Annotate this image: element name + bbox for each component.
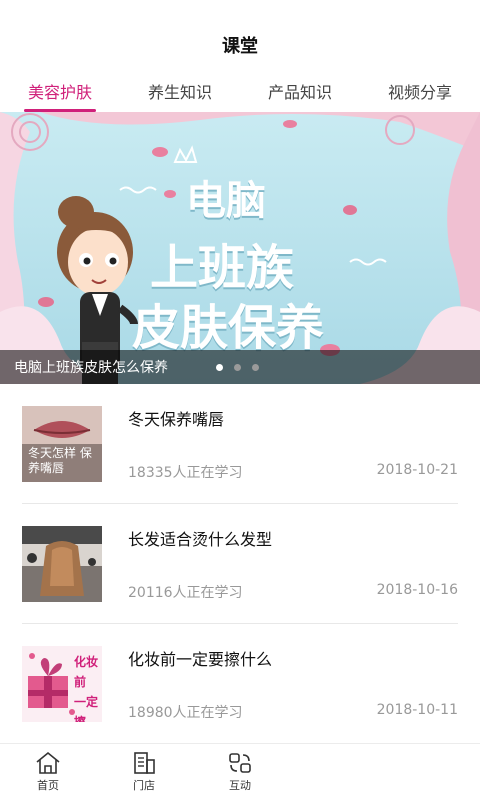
banner-headline-3: 皮肤保养 <box>132 300 325 356</box>
article-thumbnail: 冬天怎样 保养嘴唇 <box>22 406 102 482</box>
store-icon <box>134 752 155 774</box>
banner-caption: 电脑上班族皮肤怎么保养 <box>14 360 168 376</box>
bottom-tab-bar: 首页 门店 互动 <box>0 743 480 800</box>
thumbnail-caption: 化妆前 一定 擦 <box>74 655 99 722</box>
carousel-dot[interactable] <box>234 364 241 371</box>
tab-video-share[interactable]: 视频分享 <box>360 70 480 112</box>
thumbnail-caption: 冬天怎样 保养嘴唇 <box>28 446 92 475</box>
tab-health-knowledge[interactable]: 养生知识 <box>120 70 240 112</box>
tabbar-home-label: 首页 <box>37 779 59 792</box>
article-learners: 18980人正在学习 <box>128 705 243 721</box>
carousel-dots <box>216 364 259 371</box>
tabbar-home[interactable]: 首页 <box>0 744 96 800</box>
carousel-dot[interactable] <box>216 364 223 371</box>
article-date: 2018-10-11 <box>376 702 458 718</box>
tabbar-interact-label: 互动 <box>229 779 251 792</box>
article-learners: 18335人正在学习 <box>128 465 243 481</box>
article-list: 冬天怎样 保养嘴唇 冬天保养嘴唇 18335人正在学习 2018-10-21 长… <box>0 384 480 744</box>
list-item[interactable]: 长发适合烫什么发型 20116人正在学习 2018-10-16 <box>22 504 458 624</box>
banner-caption-bar: 电脑上班族皮肤怎么保养 <box>0 350 480 384</box>
interact-icon <box>229 753 251 773</box>
banner-headline-1: 电脑 <box>186 178 266 224</box>
banner-carousel[interactable]: 电脑 上班族 皮肤保养 电脑上班族皮肤怎么保养 <box>0 112 480 384</box>
category-tabs: 美容护肤 养生知识 产品知识 视频分享 <box>0 70 480 113</box>
list-item[interactable]: 冬天怎样 保养嘴唇 冬天保养嘴唇 18335人正在学习 2018-10-21 <box>22 384 458 504</box>
tabbar-interact[interactable]: 互动 <box>192 744 288 800</box>
tabbar-store-label: 门店 <box>133 779 155 792</box>
article-thumbnail: 化妆前 一定 擦 <box>22 646 102 722</box>
tabbar-store[interactable]: 门店 <box>96 744 192 800</box>
article-title: 长发适合烫什么发型 <box>128 530 273 549</box>
carousel-dot[interactable] <box>252 364 259 371</box>
article-title: 化妆前一定要擦什么 <box>128 650 273 669</box>
article-date: 2018-10-21 <box>376 462 458 478</box>
list-item[interactable]: 化妆前 一定 擦 化妆前一定要擦什么 18980人正在学习 2018-10-11 <box>22 624 458 744</box>
home-icon <box>36 751 60 774</box>
article-learners: 20116人正在学习 <box>128 585 243 601</box>
tab-beauty-skincare[interactable]: 美容护肤 <box>0 70 120 112</box>
tab-product-knowledge[interactable]: 产品知识 <box>240 70 360 112</box>
page-title: 课堂 <box>222 36 258 57</box>
article-date: 2018-10-16 <box>376 582 458 598</box>
article-title: 冬天保养嘴唇 <box>128 410 225 429</box>
article-thumbnail <box>22 526 102 602</box>
app-header: 课堂 <box>0 0 480 71</box>
